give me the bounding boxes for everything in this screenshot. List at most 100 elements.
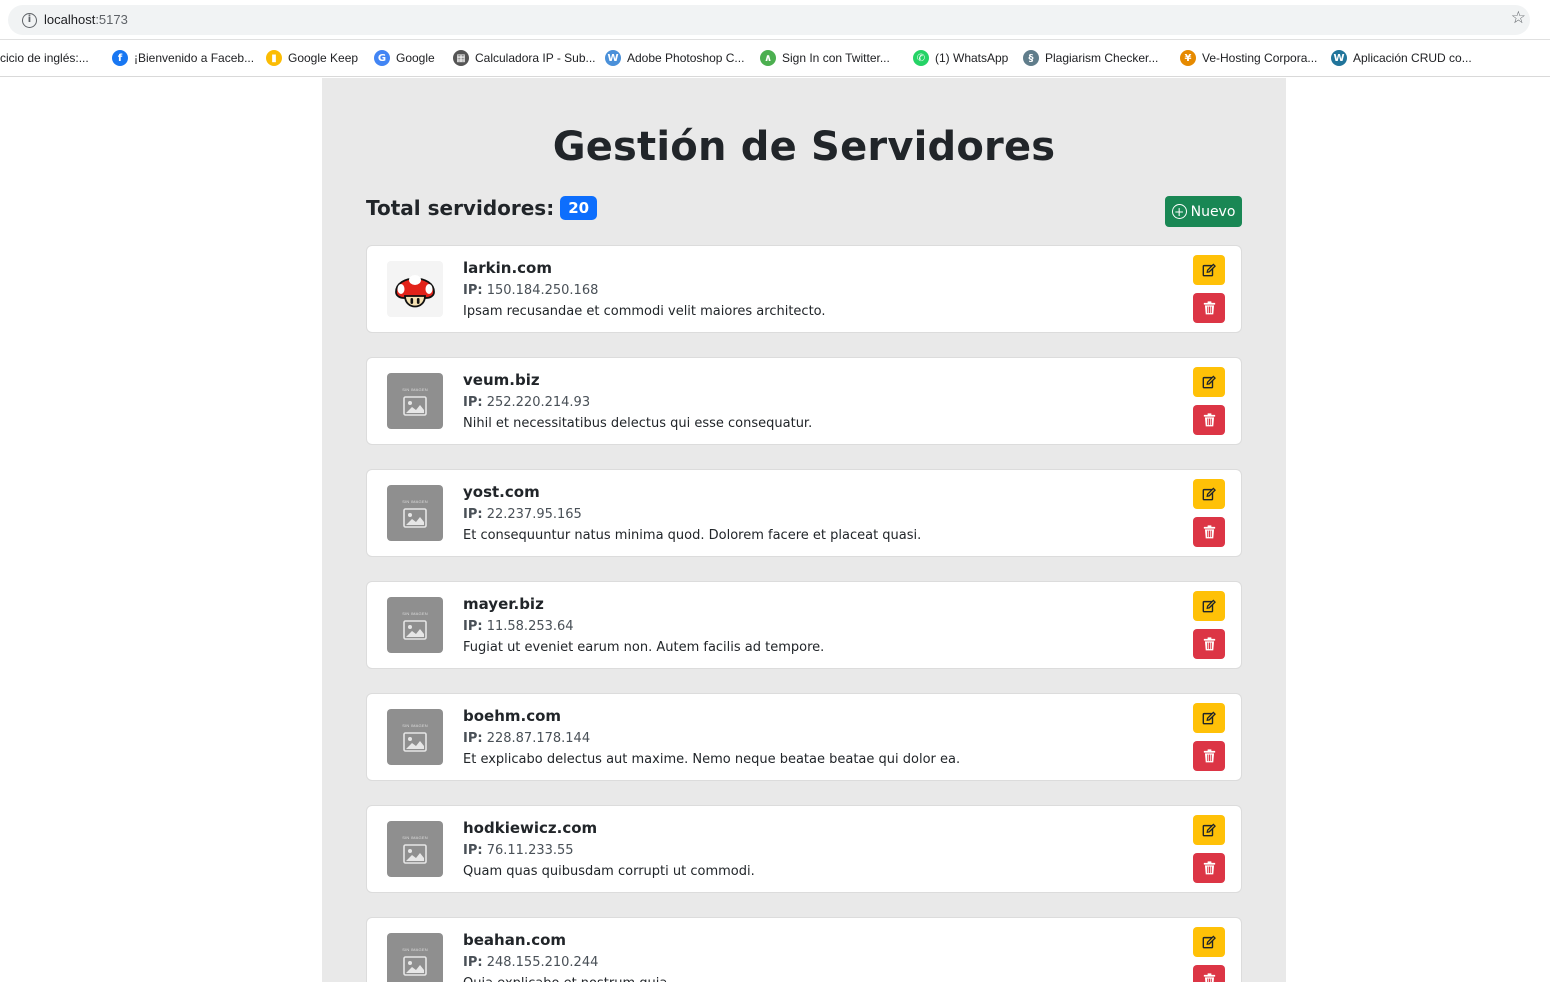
ip-value: 22.237.95.165 (486, 507, 582, 522)
server-card: SIN IMAGEN hodkiewicz.com IP: 76.11.233.55… (366, 805, 1242, 893)
url-port: :5173 (95, 12, 128, 27)
no-image-text: SIN IMAGEN (402, 611, 428, 616)
bookmark-label: Adobe Photoshop C... (627, 51, 745, 65)
server-ip: IP: 11.58.253.64 (463, 619, 574, 634)
ip-value: 252.220.214.93 (486, 395, 591, 410)
chart-icon: ∧ (760, 50, 776, 66)
trash-icon (1203, 861, 1216, 875)
bookmark-item[interactable]: f ¡Bienvenido a Faceb... (112, 49, 254, 67)
whatsapp-icon: ✆ (913, 50, 929, 66)
server-name: mayer.biz (463, 595, 544, 613)
bookmark-item[interactable]: ✆ (1) WhatsApp (913, 49, 1008, 67)
delete-server-button[interactable] (1193, 405, 1225, 435)
edit-server-button[interactable] (1193, 591, 1225, 621)
bookmark-item[interactable]: W Aplicación CRUD co... (1331, 49, 1472, 67)
delete-server-button[interactable] (1193, 741, 1225, 771)
calculator-icon: ▦ (453, 50, 469, 66)
edit-icon (1202, 263, 1216, 277)
ip-value: 248.155.210.244 (486, 955, 599, 970)
new-server-button[interactable]: + Nuevo (1165, 196, 1242, 227)
server-card: SIN IMAGEN veum.biz IP: 252.220.214.93 Nihi… (366, 357, 1242, 445)
edit-server-button[interactable] (1193, 479, 1225, 509)
bookmarks-bar: cicio de inglés:... f ¡Bienvenido a Faceb.… (0, 40, 1550, 77)
server-name: larkin.com (463, 259, 552, 277)
total-servers: Total servidores: 20 (366, 196, 598, 220)
bookmark-label: Calculadora IP - Sub... (475, 51, 596, 65)
bookmark-label: Sign In con Twitter... (782, 51, 890, 65)
bookmark-item[interactable]: ▦ Calculadora IP - Sub... (453, 49, 596, 67)
server-description: Fugiat ut eveniet earum non. Autem facil… (463, 640, 825, 655)
edit-server-button[interactable] (1193, 927, 1225, 957)
bookmark-label: Ve-Hosting Corpora... (1202, 51, 1318, 65)
bookmark-item[interactable]: ▮ Google Keep (266, 49, 358, 67)
bookmark-item[interactable]: G Google (374, 49, 435, 67)
server-image-placeholder: SIN IMAGEN (387, 485, 443, 541)
no-image-text: SIN IMAGEN (402, 723, 428, 728)
url-bar[interactable]: i localhost:5173 ☆ (8, 5, 1530, 35)
new-button-label: Nuevo (1190, 203, 1236, 220)
no-image-text: SIN IMAGEN (402, 835, 428, 840)
edit-icon (1202, 711, 1216, 725)
ip-label: IP: (463, 955, 483, 970)
server-image-placeholder: SIN IMAGEN (387, 373, 443, 429)
server-description: Quam quas quibusdam corrupti ut commodi. (463, 864, 755, 879)
server-image-placeholder: SIN IMAGEN (387, 709, 443, 765)
server-description: Nihil et necessitatibus delectus qui ess… (463, 416, 813, 431)
no-image-text: SIN IMAGEN (402, 387, 428, 392)
bookmark-item[interactable]: W Adobe Photoshop C... (605, 49, 744, 67)
server-ip: IP: 150.184.250.168 (463, 283, 598, 298)
page-viewport: Gestión de Servidores Total servidores: … (0, 78, 1550, 982)
edit-server-button[interactable] (1193, 815, 1225, 845)
ip-value: 150.184.250.168 (486, 283, 599, 298)
trash-icon (1203, 637, 1216, 651)
server-ip: IP: 252.220.214.93 (463, 395, 590, 410)
bookmark-star-icon[interactable]: ☆ (1511, 8, 1526, 28)
ip-value: 228.87.178.144 (486, 731, 591, 746)
edit-icon (1202, 487, 1216, 501)
bookmark-item[interactable]: ∧ Sign In con Twitter... (760, 49, 890, 67)
server-card: larkin.com IP: 150.184.250.168 Ipsam recus… (366, 245, 1242, 333)
server-ip: IP: 22.237.95.165 (463, 507, 582, 522)
bookmark-item[interactable]: ¥ Ve-Hosting Corpora... (1180, 49, 1317, 67)
swirl-icon: § (1023, 50, 1039, 66)
bookmark-item[interactable]: § Plagiarism Checker... (1023, 49, 1158, 67)
bookmark-label: Aplicación CRUD co... (1353, 51, 1472, 65)
browser-address-bar: i localhost:5173 ☆ (0, 0, 1550, 40)
server-name: beahan.com (463, 931, 567, 949)
delete-server-button[interactable] (1193, 965, 1225, 982)
delete-server-button[interactable] (1193, 293, 1225, 323)
edit-server-button[interactable] (1193, 255, 1225, 285)
figure-icon: ¥ (1180, 50, 1196, 66)
plus-circle-icon: + (1171, 204, 1187, 219)
trash-icon (1203, 525, 1216, 539)
server-name: hodkiewicz.com (463, 819, 598, 837)
server-description: Et explicabo delectus aut maxime. Nemo n… (463, 752, 961, 767)
bookmark-item[interactable]: cicio de inglés:... (0, 49, 89, 67)
server-image-placeholder: SIN IMAGEN (387, 821, 443, 877)
server-image-mushroom (387, 261, 443, 317)
edit-server-button[interactable] (1193, 703, 1225, 733)
delete-server-button[interactable] (1193, 629, 1225, 659)
no-image-text: SIN IMAGEN (402, 499, 428, 504)
server-ip: IP: 248.155.210.244 (463, 955, 598, 970)
delete-server-button[interactable] (1193, 853, 1225, 883)
facebook-icon: f (112, 50, 128, 66)
ip-value: 11.58.253.64 (486, 619, 574, 634)
ip-label: IP: (463, 619, 483, 634)
ip-value: 76.11.233.55 (486, 843, 574, 858)
edit-icon (1202, 375, 1216, 389)
edit-icon (1202, 599, 1216, 613)
url-text[interactable]: localhost:5173 (44, 12, 128, 27)
edit-server-button[interactable] (1193, 367, 1225, 397)
w-icon: W (605, 50, 621, 66)
server-card: SIN IMAGEN yost.com IP: 22.237.95.165 Et co… (366, 469, 1242, 557)
edit-icon (1202, 823, 1216, 837)
delete-server-button[interactable] (1193, 517, 1225, 547)
bookmark-label: ¡Bienvenido a Faceb... (134, 51, 255, 65)
no-image-text: SIN IMAGEN (402, 947, 428, 952)
ip-label: IP: (463, 395, 483, 410)
site-info-icon[interactable]: i (22, 13, 37, 28)
bookmark-label: Google (396, 51, 435, 65)
trash-icon (1203, 413, 1216, 427)
server-name: boehm.com (463, 707, 562, 725)
